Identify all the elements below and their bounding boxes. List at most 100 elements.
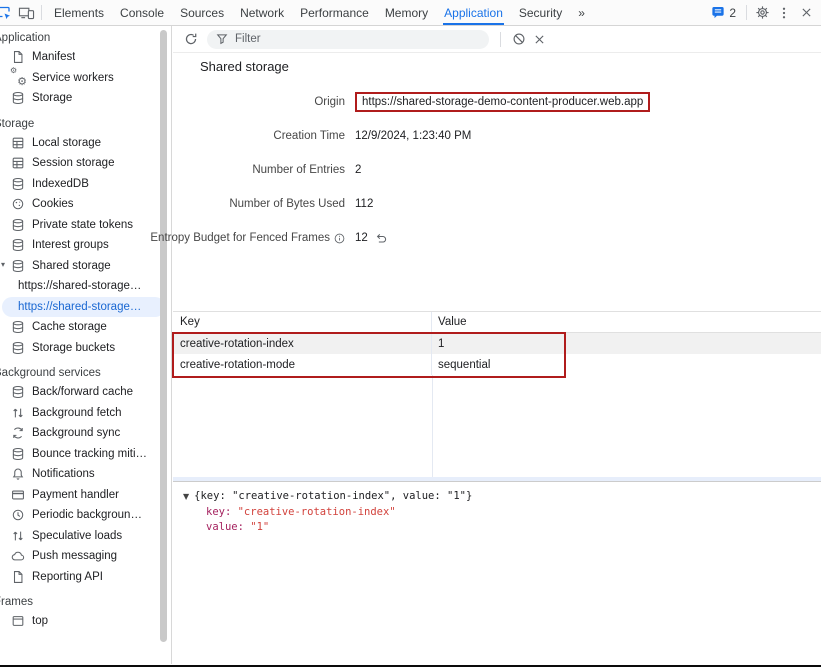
cell-value: 1 bbox=[432, 333, 821, 354]
sidebar-item-local-storage[interactable]: Local storage bbox=[0, 133, 171, 154]
tab-security[interactable]: Security bbox=[511, 0, 570, 25]
property-name: value: bbox=[206, 521, 250, 533]
tab-memory[interactable]: Memory bbox=[377, 0, 436, 25]
report-label-text: Origin bbox=[314, 96, 345, 108]
sidebar-item-label: Speculative loads bbox=[32, 530, 122, 542]
table-icon bbox=[10, 155, 26, 171]
sidebar-item-bounce-tracking-miti[interactable]: Bounce tracking miti… bbox=[0, 444, 171, 465]
column-header-value[interactable]: Value bbox=[432, 312, 821, 332]
clear-all-icon[interactable] bbox=[509, 29, 529, 49]
report-value: 12/9/2024, 1:23:40 PM bbox=[355, 130, 471, 142]
sidebar-item-top[interactable]: top bbox=[0, 611, 171, 632]
report-row-entropy-budget-for-fenced-frames: Entropy Budget for Fenced Frames12 bbox=[173, 226, 821, 250]
info-icon bbox=[334, 233, 345, 244]
sidebar-item-storage[interactable]: Storage bbox=[0, 88, 171, 109]
reset-entropy-budget-button[interactable] bbox=[375, 232, 387, 244]
sidebar-item-label: Local storage bbox=[32, 137, 101, 149]
clock-icon bbox=[10, 507, 26, 523]
preview-property: key: "creative-rotation-index" bbox=[183, 505, 821, 521]
database-icon bbox=[10, 237, 26, 253]
filter-pill bbox=[207, 30, 489, 49]
sidebar-item-storage-buckets[interactable]: Storage buckets bbox=[0, 338, 171, 359]
sidebar-item-payment-handler[interactable]: Payment handler bbox=[0, 485, 171, 506]
sidebar-tree: ApplicationManifest⚙⚙Service workersStor… bbox=[0, 32, 171, 632]
device-toolbar-icon[interactable] bbox=[15, 0, 37, 25]
report-label: Creation Time bbox=[173, 130, 345, 142]
sidebar-item-cookies[interactable]: Cookies bbox=[0, 194, 171, 215]
sidebar-item-label: Background fetch bbox=[32, 407, 122, 419]
table-row[interactable]: creative-rotation-modesequential bbox=[173, 354, 821, 375]
issues-count: 2 bbox=[729, 6, 736, 20]
property-name: key: bbox=[206, 506, 238, 518]
database-icon bbox=[10, 176, 26, 192]
sidebar-item-speculative-loads[interactable]: Speculative loads bbox=[0, 526, 171, 547]
doc-icon bbox=[10, 569, 26, 585]
filter-input[interactable] bbox=[233, 32, 480, 46]
sidebar-item-periodic-backgroun[interactable]: Periodic backgroun… bbox=[0, 505, 171, 526]
database-icon bbox=[10, 319, 26, 335]
sidebar-item-indexeddb[interactable]: IndexedDB bbox=[0, 174, 171, 195]
sidebar-item-label: Cookies bbox=[32, 198, 74, 210]
property-value: "1" bbox=[250, 521, 269, 533]
disclosure-triangle-icon[interactable]: ▼ bbox=[183, 489, 189, 505]
tab-application[interactable]: Application bbox=[436, 0, 511, 25]
sidebar-item-notifications[interactable]: Notifications bbox=[0, 464, 171, 485]
sidebar-item-interest-groups[interactable]: Interest groups bbox=[0, 235, 171, 256]
column-header-key[interactable]: Key bbox=[173, 312, 432, 332]
sidebar-item-manifest[interactable]: Manifest bbox=[0, 47, 171, 68]
tab-network[interactable]: Network bbox=[232, 0, 292, 25]
report-label: Entropy Budget for Fenced Frames bbox=[173, 232, 345, 244]
sidebar-item-reporting-api[interactable]: Reporting API bbox=[0, 567, 171, 588]
sidebar-item-label: Storage buckets bbox=[32, 342, 115, 354]
sidebar-item-https-shared-storage[interactable]: https://shared-storage… bbox=[2, 297, 165, 318]
close-devtools-icon[interactable] bbox=[795, 0, 817, 25]
settings-gear-icon[interactable] bbox=[751, 0, 773, 25]
sidebar-item-shared-storage[interactable]: ▾Shared storage bbox=[0, 256, 171, 277]
sidebar-scrollbar[interactable] bbox=[160, 30, 167, 642]
preview-summary: {key: "creative-rotation-index", value: … bbox=[194, 489, 472, 505]
issues-button[interactable]: 2 bbox=[705, 0, 742, 25]
preview-properties: key: "creative-rotation-index"value: "1" bbox=[183, 505, 821, 536]
tab-console[interactable]: Console bbox=[112, 0, 172, 25]
sidebar-item-cache-storage[interactable]: Cache storage bbox=[0, 317, 171, 338]
report-label: Origin bbox=[173, 96, 345, 108]
sidebar-item-background-fetch[interactable]: Background fetch bbox=[0, 403, 171, 424]
report-row-number-of-entries: Number of Entries2 bbox=[173, 158, 821, 182]
report-label-text: Creation Time bbox=[273, 130, 345, 142]
sidebar-item-https-shared-storage[interactable]: https://shared-storage… bbox=[0, 276, 171, 297]
tab-sources[interactable]: Sources bbox=[172, 0, 232, 25]
sidebar-item-push-messaging[interactable]: Push messaging bbox=[0, 546, 171, 567]
section-title-background-services: Background services bbox=[0, 367, 165, 379]
annotation-box-origin-value: https://shared-storage-demo-content-prod… bbox=[355, 92, 650, 112]
inspect-element-icon[interactable] bbox=[0, 0, 15, 25]
table-header-row: Key Value bbox=[173, 311, 821, 333]
sidebar-item-session-storage[interactable]: Session storage bbox=[0, 153, 171, 174]
report-row-creation-time: Creation Time 12/9/2024, 1:23:40 PM bbox=[173, 124, 821, 148]
tab-[interactable]: » bbox=[570, 0, 593, 25]
issues-icon bbox=[711, 6, 725, 19]
expand-arrow-icon[interactable]: ▾ bbox=[1, 260, 9, 269]
database-icon bbox=[10, 446, 26, 462]
database-icon bbox=[10, 384, 26, 400]
page-title: Shared storage bbox=[200, 59, 289, 74]
table-filler bbox=[173, 375, 821, 477]
sidebar-item-back-forward-cache[interactable]: Back/forward cache bbox=[0, 382, 171, 403]
property-value: "creative-rotation-index" bbox=[238, 506, 396, 518]
sidebar-item-label: Reporting API bbox=[32, 571, 103, 583]
kebab-menu-icon[interactable] bbox=[773, 0, 795, 25]
report-value: 2 bbox=[355, 164, 361, 176]
table-row[interactable]: creative-rotation-index1 bbox=[173, 333, 821, 354]
sidebar-item-background-sync[interactable]: Background sync bbox=[0, 423, 171, 444]
delete-selected-icon[interactable] bbox=[529, 29, 549, 49]
tab-elements[interactable]: Elements bbox=[46, 0, 112, 25]
frame-icon bbox=[10, 613, 26, 629]
cell-value: sequential bbox=[432, 354, 821, 375]
refresh-icon[interactable] bbox=[181, 29, 201, 49]
divider bbox=[746, 5, 747, 20]
sidebar-item-private-state-tokens[interactable]: Private state tokens bbox=[0, 215, 171, 236]
sidebar-item-label: Bounce tracking miti… bbox=[32, 448, 147, 460]
sidebar-item-service-workers[interactable]: ⚙⚙Service workers bbox=[0, 68, 171, 89]
tab-performance[interactable]: Performance bbox=[292, 0, 377, 25]
metadata-report: Origin https://shared-storage-demo-conten… bbox=[173, 90, 821, 260]
entry-preview-pane: ▼ {key: "creative-rotation-index", value… bbox=[173, 481, 821, 664]
